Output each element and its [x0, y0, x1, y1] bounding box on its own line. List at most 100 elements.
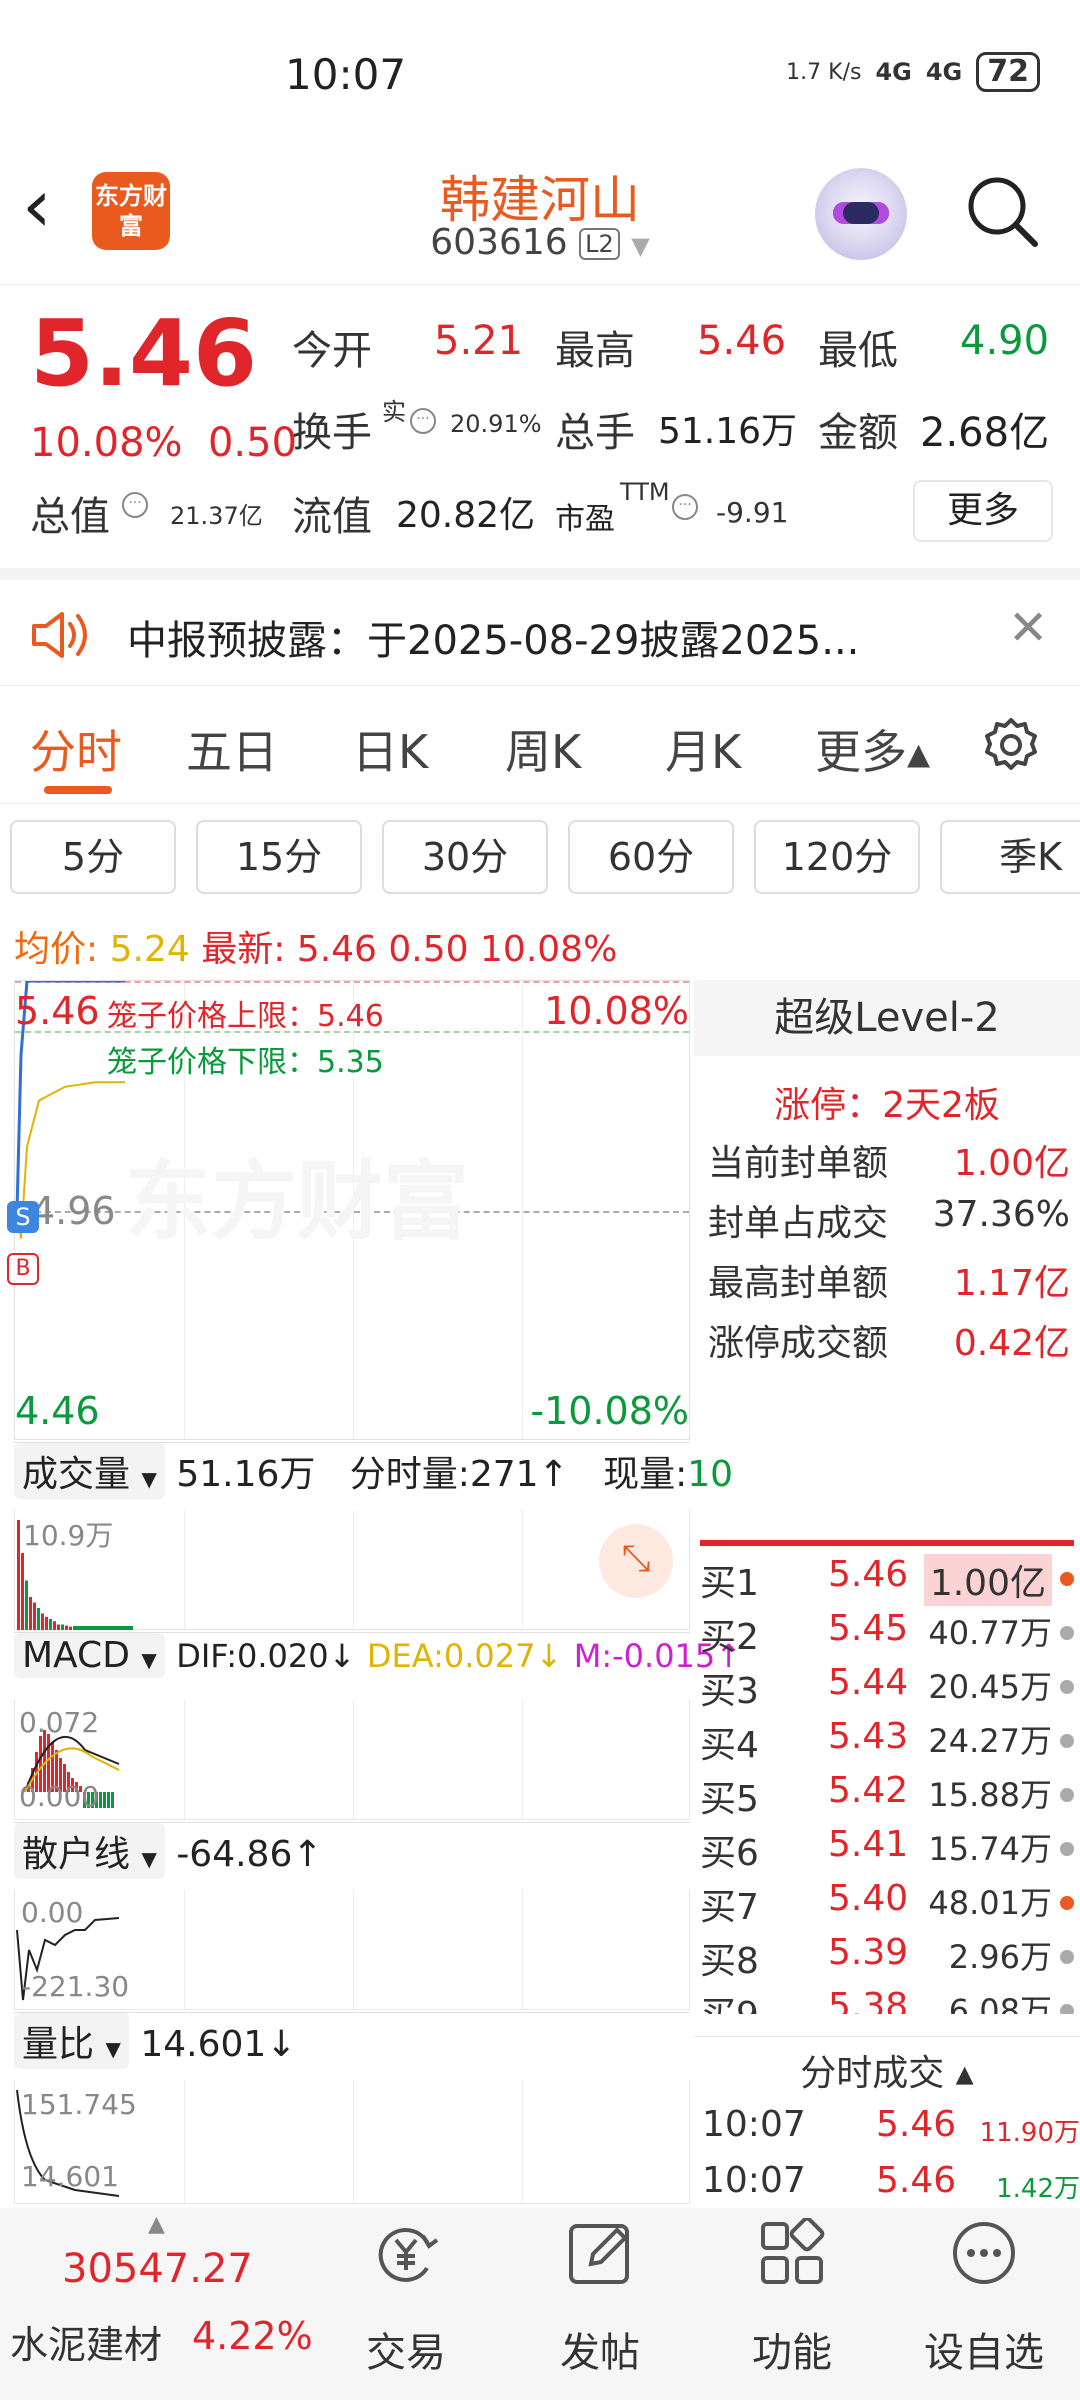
nav-trade-label: 交易: [366, 2330, 446, 2376]
period-5m[interactable]: 5分: [10, 820, 176, 894]
retail-selector[interactable]: 散户线 ▼: [14, 1823, 165, 1879]
status-bar: 10:07 1.7 K/s 4G 4G 72: [0, 0, 1080, 160]
bid-row: 买95.386.08万: [700, 1986, 1074, 2014]
tab-five-day[interactable]: 五日: [186, 716, 278, 782]
volume-bar: [57, 1624, 60, 1630]
sector-pct: 4.22%: [192, 2314, 313, 2358]
turnover-info-icon[interactable]: ···: [410, 408, 436, 434]
ticks-header[interactable]: 分时成交 ▴: [694, 2044, 1080, 2096]
nav-add-watchlist[interactable]: 设自选: [904, 2208, 1064, 2378]
signal-icon-2: 4G: [925, 58, 963, 86]
clock: 10:07: [285, 50, 407, 99]
max-seal-value: 1.17亿: [953, 1263, 1070, 1304]
index-value[interactable]: 30547.27: [62, 2246, 253, 2292]
ask-bid-divider: [700, 1540, 1074, 1546]
volume-chart[interactable]: 10.9万 ⤡: [14, 1510, 690, 1630]
turnover-value: 20.91%: [450, 410, 542, 438]
period-quarter-k[interactable]: 季K: [940, 820, 1080, 894]
nav-functions[interactable]: 功能: [712, 2208, 872, 2378]
signal-icon: 4G: [875, 58, 912, 86]
chart-tabs: 分时 五日 日K 周K 月K 更多▴: [0, 686, 1080, 804]
tab-more[interactable]: 更多▴: [815, 716, 930, 782]
stock-code-row[interactable]: 603616 L2 ▼: [0, 222, 1080, 263]
gear-icon[interactable]: [982, 716, 1040, 774]
retail-header: 散户线 ▼ -64.86↑: [14, 1822, 690, 1890]
ratio-chart[interactable]: 151.745 14.601: [14, 2080, 690, 2204]
tab-weekly-k[interactable]: 周K: [505, 716, 581, 782]
tick-time: 10:07: [702, 2104, 806, 2145]
bid-row: 买2 5.45 40.77万: [700, 1608, 1074, 1662]
ratio-value: 14.601↓: [140, 2024, 297, 2065]
volume-bar: [53, 1621, 56, 1630]
low-label: 最低: [818, 328, 898, 374]
intraday-chart[interactable]: 东方财富 5.46 10.08% 笼子价格上限：5.46 笼子价格下限：5.35…: [7, 980, 690, 1440]
assistant-robot-icon[interactable]: [815, 168, 907, 260]
volume-bar: [25, 1580, 28, 1630]
status-icons: 1.7 K/s 4G 4G 72: [786, 52, 1040, 92]
tick-vol: 1.42万: [996, 2174, 1080, 2204]
bid-list[interactable]: 买1 5.46 1.00亿 买2 5.45 40.77万 买3 5.44 20.45万 买4…: [694, 1554, 1080, 2014]
nav-add-watchlist-label: 设自选: [924, 2330, 1044, 2376]
nav-trade[interactable]: 交易: [326, 2208, 486, 2378]
volume-bar: [65, 1625, 68, 1630]
more-button[interactable]: 更多: [913, 480, 1053, 542]
volume-total: 51.16万: [176, 1454, 316, 1495]
notice-bar[interactable]: 中报预披露：于2025-08-29披露2025... ✕: [0, 568, 1080, 686]
macd-selector[interactable]: MACD ▼: [14, 1633, 165, 1678]
price-change: 10.08% 0.50: [30, 420, 297, 466]
macd-top-label: 0.072: [19, 1706, 100, 1739]
tab-daily-k[interactable]: 日K: [352, 716, 428, 782]
sector-name[interactable]: 水泥建材: [10, 2314, 162, 2369]
top-price-label: 5.46: [15, 989, 100, 1033]
limit-turnover-value: 0.42亿: [953, 1323, 1070, 1364]
tab-intraday[interactable]: 分时: [30, 716, 122, 782]
period-120m[interactable]: 120分: [754, 820, 920, 894]
pe-info-icon[interactable]: ···: [672, 494, 698, 520]
period-30m[interactable]: 30分: [382, 820, 548, 894]
volume-value: 51.16万: [658, 411, 798, 452]
nav-post-label: 发帖: [560, 2330, 640, 2376]
ratio-bottom-label: 14.601: [21, 2160, 119, 2193]
avg-value: 5.24: [109, 929, 190, 970]
period-60m[interactable]: 60分: [568, 820, 734, 894]
stock-header: ‹ 东方财富 韩建河山 603616 L2 ▼: [0, 160, 1080, 285]
bid-row: 买4 5.43 24.27万: [700, 1716, 1074, 1770]
change-abs: 0.50: [207, 420, 298, 466]
mktcap-info-icon[interactable]: ···: [122, 492, 148, 518]
net-speed: 1.7 K/s: [786, 59, 862, 85]
ratio-selector[interactable]: 量比 ▼: [14, 2013, 129, 2069]
period-15m[interactable]: 15分: [196, 820, 362, 894]
buy-marker[interactable]: B: [7, 1253, 39, 1285]
close-icon[interactable]: ✕: [1008, 600, 1048, 656]
max-seal-label: 最高封单额: [708, 1263, 889, 1304]
amount-value: 2.68亿: [920, 410, 1050, 456]
macd-bar: [111, 1792, 114, 1808]
volume-bar: [69, 1626, 72, 1630]
macd-bar: [103, 1792, 106, 1808]
latest-pct: 10.08%: [480, 929, 618, 970]
chevron-up-icon[interactable]: ▲: [148, 2212, 165, 2237]
retail-top-label: 0.00: [21, 1896, 84, 1929]
tick-vol: 11.90万: [979, 2118, 1080, 2148]
more-circle-icon: [953, 2222, 1015, 2284]
volume-bar: [45, 1616, 48, 1630]
macd-chart[interactable]: 0.072 0.000: [14, 1700, 690, 1820]
turnover-sup: 实: [382, 398, 406, 426]
volume-bars-svg: [17, 1520, 133, 1630]
sell-marker[interactable]: S: [7, 1201, 39, 1233]
stock-code: 603616: [430, 222, 568, 263]
nav-post[interactable]: 发帖: [520, 2208, 680, 2378]
tab-monthly-k[interactable]: 月K: [665, 716, 741, 782]
level2-panel: 超级Level-2 涨停：2天2板 当前封单额 1.00亿 封单占成交 37.3…: [694, 980, 1080, 2204]
expand-icon[interactable]: ⤡: [599, 1524, 673, 1598]
macd-dif: DIF:0.020↓: [176, 1637, 356, 1675]
high-label: 最高: [555, 328, 635, 374]
ratio-header: 量比 ▼ 14.601↓: [14, 2012, 690, 2080]
search-icon[interactable]: [965, 174, 1039, 248]
volume-selector[interactable]: 成交量 ▼: [14, 1443, 165, 1499]
bottom-pct-label: -10.08%: [530, 1389, 689, 1433]
period-buttons: 5分 15分 30分 60分 120分 季K: [0, 820, 1080, 898]
low-value: 4.90: [960, 318, 1050, 364]
retail-chart[interactable]: 0.00 -221.30: [14, 1890, 690, 2010]
level2-title[interactable]: 超级Level-2: [694, 980, 1080, 1056]
